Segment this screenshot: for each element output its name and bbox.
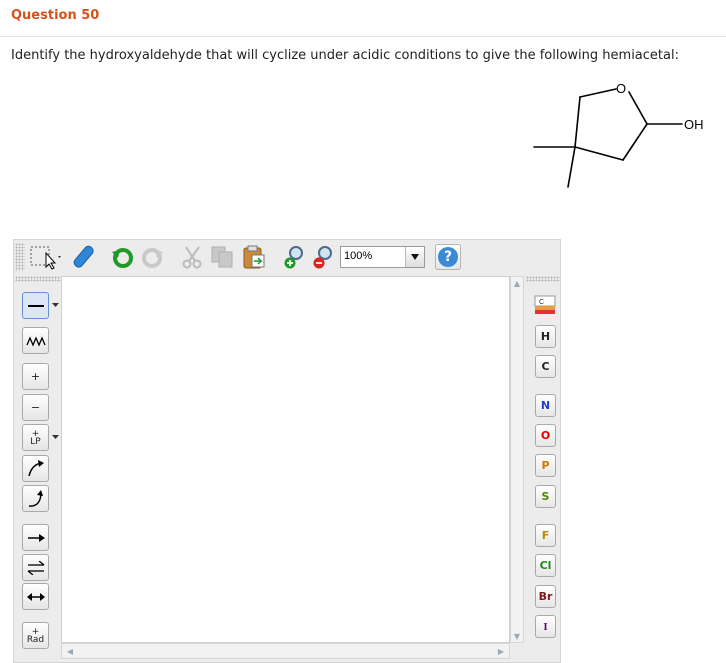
ring-oxygen-label: O bbox=[616, 81, 626, 96]
question-text: Identify the hydroxyaldehyde that will c… bbox=[11, 48, 679, 63]
equilibrium-arrow-button[interactable] bbox=[22, 554, 49, 581]
element-button-h[interactable]: H bbox=[535, 325, 556, 348]
zoom-in-icon bbox=[284, 246, 303, 269]
hydroxyl-label: OH bbox=[684, 117, 704, 132]
equilibrium-arrow-icon bbox=[27, 560, 44, 575]
element-symbol: P bbox=[541, 459, 550, 472]
chevron-down-icon[interactable] bbox=[52, 435, 59, 440]
chevron-down-icon[interactable] bbox=[52, 303, 59, 308]
element-button-f[interactable]: F bbox=[535, 524, 556, 547]
help-icon: ? bbox=[438, 247, 458, 267]
element-button-c[interactable]: C bbox=[535, 355, 556, 378]
undo-button[interactable] bbox=[110, 243, 136, 271]
vertical-scrollbar[interactable]: ▲ ▼ bbox=[510, 276, 524, 643]
structure-editor: 100% ? + − + LP + Rad ▲ ▼ ◀ ▶ C H C N O … bbox=[13, 239, 561, 663]
divider bbox=[0, 36, 726, 37]
plus-icon: + bbox=[30, 370, 41, 383]
element-symbol: Br bbox=[538, 590, 553, 603]
undo-icon bbox=[112, 248, 133, 268]
element-symbol: F bbox=[541, 529, 550, 542]
cut-button[interactable] bbox=[180, 243, 206, 271]
element-button-cl[interactable]: Cl bbox=[535, 554, 556, 577]
element-button-s[interactable]: S bbox=[535, 485, 556, 508]
element-button-p[interactable]: P bbox=[535, 454, 556, 477]
zoom-value: 100% bbox=[344, 250, 373, 262]
element-symbol: N bbox=[540, 399, 551, 412]
half-arrow-icon bbox=[28, 489, 43, 507]
element-symbol: S bbox=[541, 490, 550, 503]
scroll-right-icon[interactable]: ▶ bbox=[495, 645, 507, 657]
zoom-out-button[interactable] bbox=[309, 243, 337, 271]
curved-arrow-button[interactable] bbox=[22, 455, 49, 482]
redo-button[interactable] bbox=[139, 243, 165, 271]
zoom-out-icon bbox=[313, 246, 332, 269]
element-symbol: H bbox=[540, 330, 551, 343]
lone-pair-button[interactable]: + LP bbox=[22, 424, 49, 451]
paste-button[interactable] bbox=[240, 243, 268, 271]
question-title: Question 50 bbox=[11, 8, 100, 23]
reaction-arrow-button[interactable] bbox=[22, 524, 49, 551]
copy-icon bbox=[211, 246, 233, 268]
eraser-button[interactable] bbox=[70, 243, 100, 271]
select-icon bbox=[30, 246, 61, 270]
element-symbol: Cl bbox=[539, 559, 552, 572]
bond bbox=[574, 96, 581, 148]
resonance-arrow-icon bbox=[26, 592, 45, 601]
redo-icon bbox=[142, 248, 163, 268]
single-bond-button[interactable] bbox=[22, 292, 49, 319]
element-button-o[interactable]: O bbox=[535, 424, 556, 447]
bond bbox=[574, 146, 624, 161]
positive-charge-button[interactable]: + bbox=[22, 363, 49, 390]
select-tool-button[interactable] bbox=[29, 243, 63, 271]
hemiacetal-structure: O OH bbox=[533, 81, 704, 188]
element-button-br[interactable]: Br bbox=[535, 585, 556, 608]
zoom-dropdown-button[interactable] bbox=[405, 247, 424, 267]
toolbar-grip bbox=[15, 276, 61, 282]
horizontal-scrollbar[interactable]: ◀ ▶ bbox=[61, 643, 510, 659]
toolbar-grip bbox=[526, 276, 560, 282]
eraser-icon bbox=[73, 245, 94, 268]
bond bbox=[622, 123, 648, 161]
radical-button[interactable]: + Rad bbox=[22, 622, 49, 649]
reaction-arrow-icon bbox=[27, 533, 45, 542]
radical-label: Rad bbox=[26, 634, 45, 645]
curved-arrow-icon bbox=[27, 459, 44, 476]
bond bbox=[579, 88, 617, 98]
scroll-up-icon[interactable]: ▲ bbox=[511, 277, 523, 289]
help-button[interactable]: ? bbox=[435, 244, 461, 270]
drawing-canvas[interactable] bbox=[61, 276, 510, 643]
chevron-down-icon bbox=[411, 254, 419, 260]
scroll-left-icon[interactable]: ◀ bbox=[64, 645, 76, 657]
scroll-down-icon[interactable]: ▼ bbox=[511, 630, 523, 642]
element-button-i[interactable]: I bbox=[535, 615, 556, 638]
resonance-arrow-button[interactable] bbox=[22, 583, 49, 610]
cut-icon bbox=[182, 246, 202, 269]
minus-icon: − bbox=[30, 401, 41, 414]
zoom-in-button[interactable] bbox=[280, 243, 308, 271]
svg-text:C: C bbox=[539, 299, 544, 306]
negative-charge-button[interactable]: − bbox=[22, 394, 49, 421]
element-symbol: C bbox=[541, 360, 550, 373]
element-symbol: O bbox=[540, 429, 551, 442]
single-bond-icon bbox=[27, 304, 44, 307]
element-symbol: I bbox=[543, 620, 548, 633]
toolbar-grip bbox=[15, 243, 25, 271]
half-arrow-button[interactable] bbox=[22, 485, 49, 512]
zoom-select[interactable]: 100% bbox=[340, 246, 425, 268]
chain-icon bbox=[25, 335, 46, 347]
chain-button[interactable] bbox=[22, 327, 49, 354]
element-button-n[interactable]: N bbox=[535, 394, 556, 417]
periodic-table-button[interactable]: C bbox=[532, 290, 558, 318]
paste-icon bbox=[243, 245, 265, 269]
copy-button[interactable] bbox=[209, 243, 237, 271]
lone-pair-label: LP bbox=[30, 436, 41, 447]
bond bbox=[628, 91, 648, 125]
bond bbox=[567, 146, 576, 188]
periodic-table-icon: C bbox=[534, 295, 556, 314]
